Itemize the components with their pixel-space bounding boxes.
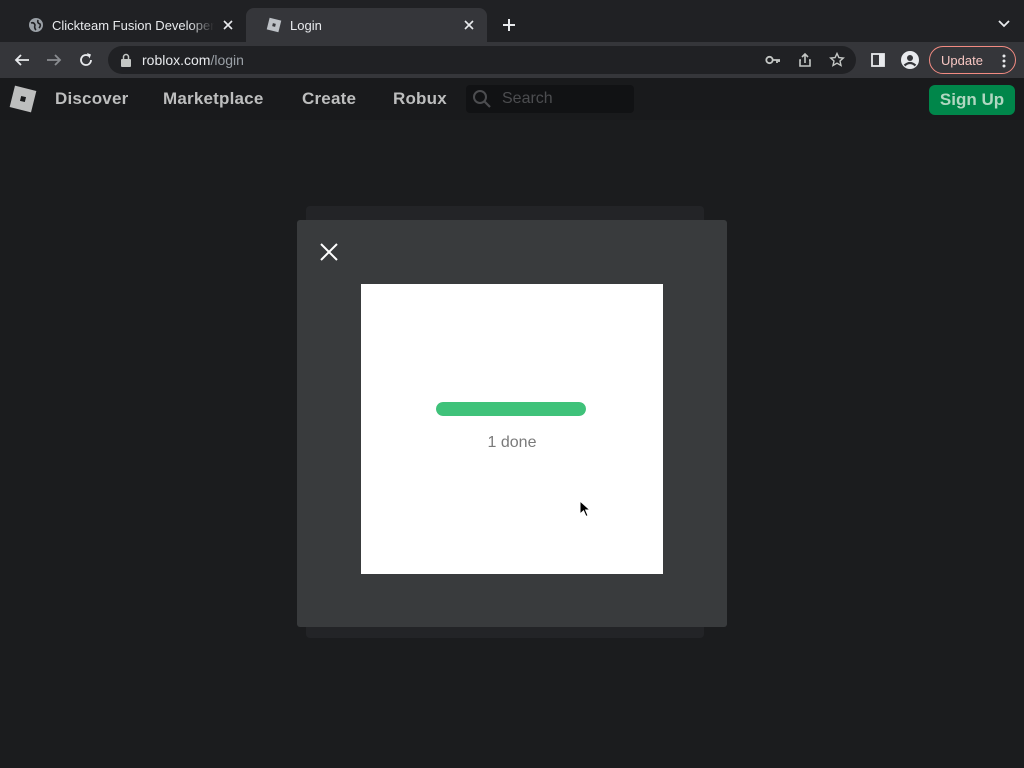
nav-marketplace[interactable]: Marketplace xyxy=(163,89,263,109)
browser-toolbar: roblox.com/login Update xyxy=(0,42,1024,78)
tab-close-icon[interactable] xyxy=(461,17,477,33)
search-placeholder: Search xyxy=(502,90,553,107)
roblox-favicon-icon xyxy=(266,17,282,33)
tab-clickteam[interactable]: Clickteam Fusion Developer 2.5 xyxy=(8,8,246,42)
share-icon[interactable] xyxy=(797,52,813,68)
side-panel-icon[interactable] xyxy=(866,48,890,72)
lock-icon xyxy=(121,53,131,67)
more-vertical-icon[interactable] xyxy=(1002,54,1006,68)
search-icon xyxy=(473,90,491,108)
bookmark-star-icon[interactable] xyxy=(829,52,845,68)
status-text: 1 done xyxy=(487,434,537,451)
tab-title: Login xyxy=(290,17,322,33)
forward-arrow-icon[interactable] xyxy=(42,48,66,72)
roblox-logo-icon[interactable] xyxy=(9,85,37,113)
key-icon[interactable] xyxy=(765,52,781,68)
update-button[interactable]: Update xyxy=(929,46,1016,74)
globe-icon xyxy=(29,18,43,32)
address-bar[interactable]: roblox.com/login xyxy=(108,46,856,74)
new-tab-plus-icon[interactable] xyxy=(498,14,520,36)
browser-tab-strip: Clickteam Fusion Developer 2.5 Login xyxy=(0,0,1024,42)
site-search-input[interactable]: Search xyxy=(466,85,634,113)
close-icon[interactable] xyxy=(319,242,339,262)
tab-search-chevron-down-icon[interactable] xyxy=(996,16,1012,32)
tab-login[interactable]: Login xyxy=(246,8,487,42)
mouse-cursor-icon xyxy=(579,500,591,518)
url-path: /login xyxy=(210,52,244,68)
nav-discover[interactable]: Discover xyxy=(55,89,128,109)
verification-modal: 1 done xyxy=(297,220,727,627)
sign-up-button[interactable]: Sign Up xyxy=(929,85,1015,115)
update-label: Update xyxy=(941,52,983,68)
back-arrow-icon[interactable] xyxy=(10,48,34,72)
reload-icon[interactable] xyxy=(74,48,98,72)
tab-close-icon[interactable] xyxy=(220,17,236,33)
nav-create[interactable]: Create xyxy=(302,89,356,109)
profile-avatar-icon[interactable] xyxy=(898,48,922,72)
progress-fill xyxy=(436,402,586,416)
captcha-frame: 1 done xyxy=(361,284,663,574)
tab-title: Clickteam Fusion Developer 2.5 xyxy=(52,17,214,33)
progress-bar xyxy=(436,402,586,416)
url-host: roblox.com xyxy=(142,52,211,68)
nav-robux[interactable]: Robux xyxy=(393,89,447,109)
site-header: Discover Marketplace Create Robux Search… xyxy=(0,78,1024,120)
